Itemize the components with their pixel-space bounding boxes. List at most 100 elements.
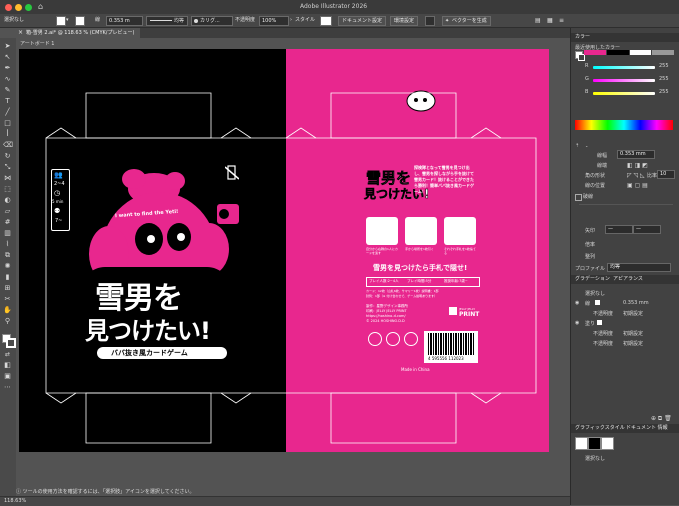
blend-tool-icon[interactable]: ⧉ [3, 251, 12, 260]
close-tab-icon[interactable]: × [18, 28, 23, 38]
pen-tool-icon[interactable]: ✒ [3, 64, 12, 73]
scale-tool-icon[interactable]: ⤡ [3, 163, 12, 172]
screen-mode-icon[interactable]: ▣ [3, 372, 12, 381]
selection-label: 選択なし [4, 17, 25, 23]
stroke-weight-input[interactable]: 0.353 mm [617, 150, 655, 159]
appearance-global-opacity-value[interactable]: 初期設定 [623, 340, 643, 347]
vectorize-button[interactable]: ✦ ベクターを生成 [442, 16, 491, 26]
symbol-sprayer-tool-icon[interactable]: ✺ [3, 262, 12, 271]
eye-icon[interactable]: ◉ [575, 320, 579, 326]
document-settings-button[interactable]: ドキュメント設定 [338, 16, 387, 26]
arrow-start-select[interactable]: — [605, 225, 633, 234]
tab-appearance[interactable]: アピアランス [613, 275, 643, 284]
color-stroke-swatch[interactable] [578, 54, 585, 61]
document-tab[interactable]: × 箱-雪男 2.ai* @ 118.63 % (CMYK/プレビュー) [16, 28, 141, 38]
arrow-end-select[interactable]: — [633, 225, 661, 234]
r-slider[interactable] [593, 66, 655, 69]
stroke-swatch[interactable] [75, 16, 85, 26]
r-value[interactable]: 255 [659, 63, 669, 69]
close-window-button[interactable] [5, 4, 12, 11]
appearance-fill-opacity-label: 不透明度 [593, 331, 614, 337]
dash-fields[interactable] [579, 204, 673, 213]
stroke-color-icon[interactable] [6, 338, 16, 348]
eraser-tool-icon[interactable]: ⌫ [3, 141, 13, 150]
brush-select[interactable]: カリグ... [191, 16, 233, 26]
recent-swatch[interactable] [629, 50, 652, 55]
recent-swatches[interactable] [584, 50, 674, 55]
transform-icon[interactable]: ▦ [547, 16, 553, 25]
appearance-fill-opacity-value[interactable]: 初期設定 [623, 330, 643, 337]
appearance-footer-icons[interactable]: ⊕ ⧉ 🗑 [651, 415, 672, 423]
corner-buttons[interactable]: ◸ ◹ ◺ [627, 172, 645, 179]
shape-builder-tool-icon[interactable]: ◐ [3, 196, 12, 205]
free-transform-tool-icon[interactable]: ⬚ [3, 185, 12, 194]
tab-graphic-styles[interactable]: グラフィックスタイル [575, 424, 625, 433]
style-swatch-black[interactable] [588, 437, 601, 450]
type-tool-icon[interactable]: T [3, 97, 12, 106]
more-tools-icon[interactable]: ⋯ [3, 383, 12, 392]
chevron-right-icon[interactable]: › [290, 16, 292, 25]
style-swatch-default[interactable] [575, 437, 588, 450]
dashed-checkbox[interactable] [575, 194, 582, 201]
align-stroke-buttons[interactable]: ▣ ▢ ▤ [627, 182, 648, 189]
opacity-field[interactable]: 100% [259, 16, 289, 26]
appearance-fill-swatch[interactable] [597, 320, 602, 325]
recent-swatch[interactable] [606, 50, 629, 55]
gradient-tool-icon[interactable]: ▥ [3, 229, 12, 238]
eye-icon[interactable]: ◉ [575, 300, 579, 306]
zoom-level[interactable]: 118.63% [4, 498, 26, 504]
tab-gradient[interactable]: グラデーション [575, 275, 610, 284]
selection-tool-icon[interactable]: ➤ [3, 42, 12, 51]
appearance-stroke-swatch[interactable] [595, 300, 600, 305]
profile-select[interactable]: 均等 [607, 263, 671, 272]
recent-swatch[interactable] [584, 50, 606, 55]
line-tool-icon[interactable]: ╱ [3, 108, 12, 117]
style-swatch[interactable] [320, 16, 332, 26]
draw-mode-icon[interactable]: ◧ [3, 361, 12, 370]
preferences-button[interactable]: 環境設定 [390, 16, 419, 26]
tab-doc-info[interactable]: ドキュメント 情報 [626, 424, 668, 433]
menu-icon[interactable]: ≡ [559, 16, 564, 25]
color-panel-header[interactable]: カラー [571, 33, 679, 42]
mesh-tool-icon[interactable]: # [3, 218, 12, 227]
style-swatch-white[interactable] [601, 437, 614, 450]
width-tool-icon[interactable]: ⋈ [3, 174, 12, 183]
cap-buttons[interactable]: ◧ ◨ ◩ [627, 162, 648, 169]
minimize-window-button[interactable] [15, 4, 22, 11]
direct-selection-tool-icon[interactable]: ↖ [3, 53, 12, 62]
b-value[interactable]: 255 [659, 89, 669, 95]
stroke-weight-field[interactable]: 0.353 m [106, 16, 143, 26]
b-slider[interactable] [593, 92, 655, 95]
appearance-stroke-value[interactable]: 0.353 mm [623, 300, 649, 306]
brush-tool-icon[interactable]: ꟾ [3, 130, 12, 139]
status-hint: ⓘ ツールの使用方法を確認するには、「選択肢」アイコンを選択してください。 [16, 489, 195, 495]
rotate-tool-icon[interactable]: ↻ [3, 152, 12, 161]
arrange-icon[interactable] [425, 16, 435, 26]
graph-tool-icon[interactable]: ▮ [3, 273, 12, 282]
swap-colors-icon[interactable]: ⇄ [3, 350, 12, 359]
hand-tool-icon[interactable]: ✋ [3, 306, 12, 315]
zoom-tool-icon[interactable]: ⚲ [3, 317, 12, 326]
eyedropper-tool-icon[interactable]: ⌇ [3, 240, 12, 249]
align-icon[interactable]: ▤ [535, 16, 541, 25]
g-slider[interactable] [593, 79, 655, 82]
curvature-tool-icon[interactable]: ∿ [3, 75, 12, 84]
home-icon[interactable]: ⌂ [38, 2, 43, 11]
rectangle-tool-icon[interactable]: □ [3, 119, 12, 128]
stroke-style-select[interactable]: 均等 [146, 16, 188, 26]
perspective-grid-tool-icon[interactable]: ▱ [3, 207, 12, 216]
scale-label: 倍率 [585, 242, 596, 248]
recent-swatch[interactable] [652, 50, 674, 55]
limit-input[interactable]: 10 [657, 170, 675, 179]
pencil-tool-icon[interactable]: ✎ [3, 86, 12, 95]
color-spectrum[interactable] [575, 120, 673, 130]
slice-tool-icon[interactable]: ✂ [3, 295, 12, 304]
artboard-tool-icon[interactable]: ⊞ [3, 284, 12, 293]
chevron-down-icon[interactable]: ▾ [66, 16, 69, 25]
maximize-window-button[interactable] [25, 4, 32, 11]
chevron-icon[interactable]: ⌃ [585, 145, 588, 150]
g-value[interactable]: 255 [659, 76, 669, 82]
tools-panel: ➤ ↖ ✒ ∿ ✎ T ╱ □ ꟾ ⌫ ↻ ⤡ ⋈ ⬚ ◐ ▱ # ▥ ⌇ ⧉ … [0, 38, 17, 496]
fill-swatch[interactable] [56, 16, 66, 26]
appearance-opacity-value[interactable]: 初期設定 [623, 310, 643, 317]
